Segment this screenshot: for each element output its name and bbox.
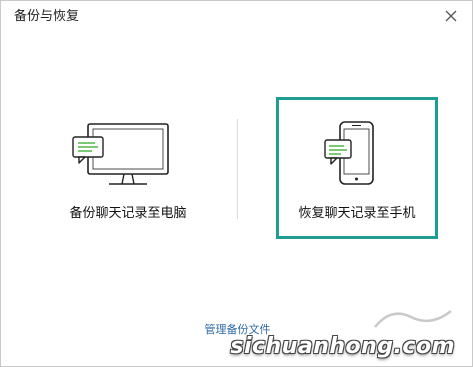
backup-to-pc-label: 备份聊天记录至电脑: [69, 206, 187, 221]
watermark-logo: [374, 310, 452, 328]
backup-to-pc-option[interactable]: 备份聊天记录至电脑: [49, 99, 207, 237]
restore-to-phone-option[interactable]: 恢复聊天记录至手机: [276, 97, 438, 239]
close-icon: [445, 10, 457, 22]
close-button[interactable]: [442, 7, 460, 25]
restore-to-phone-label: 恢复聊天记录至手机: [298, 206, 416, 221]
window-title: 备份与恢复: [14, 9, 80, 24]
monitor-chat-icon: [72, 123, 169, 185]
phone-chat-icon: [324, 121, 374, 185]
divider: [237, 119, 238, 219]
watermark: sichuanhong.com: [230, 334, 455, 359]
